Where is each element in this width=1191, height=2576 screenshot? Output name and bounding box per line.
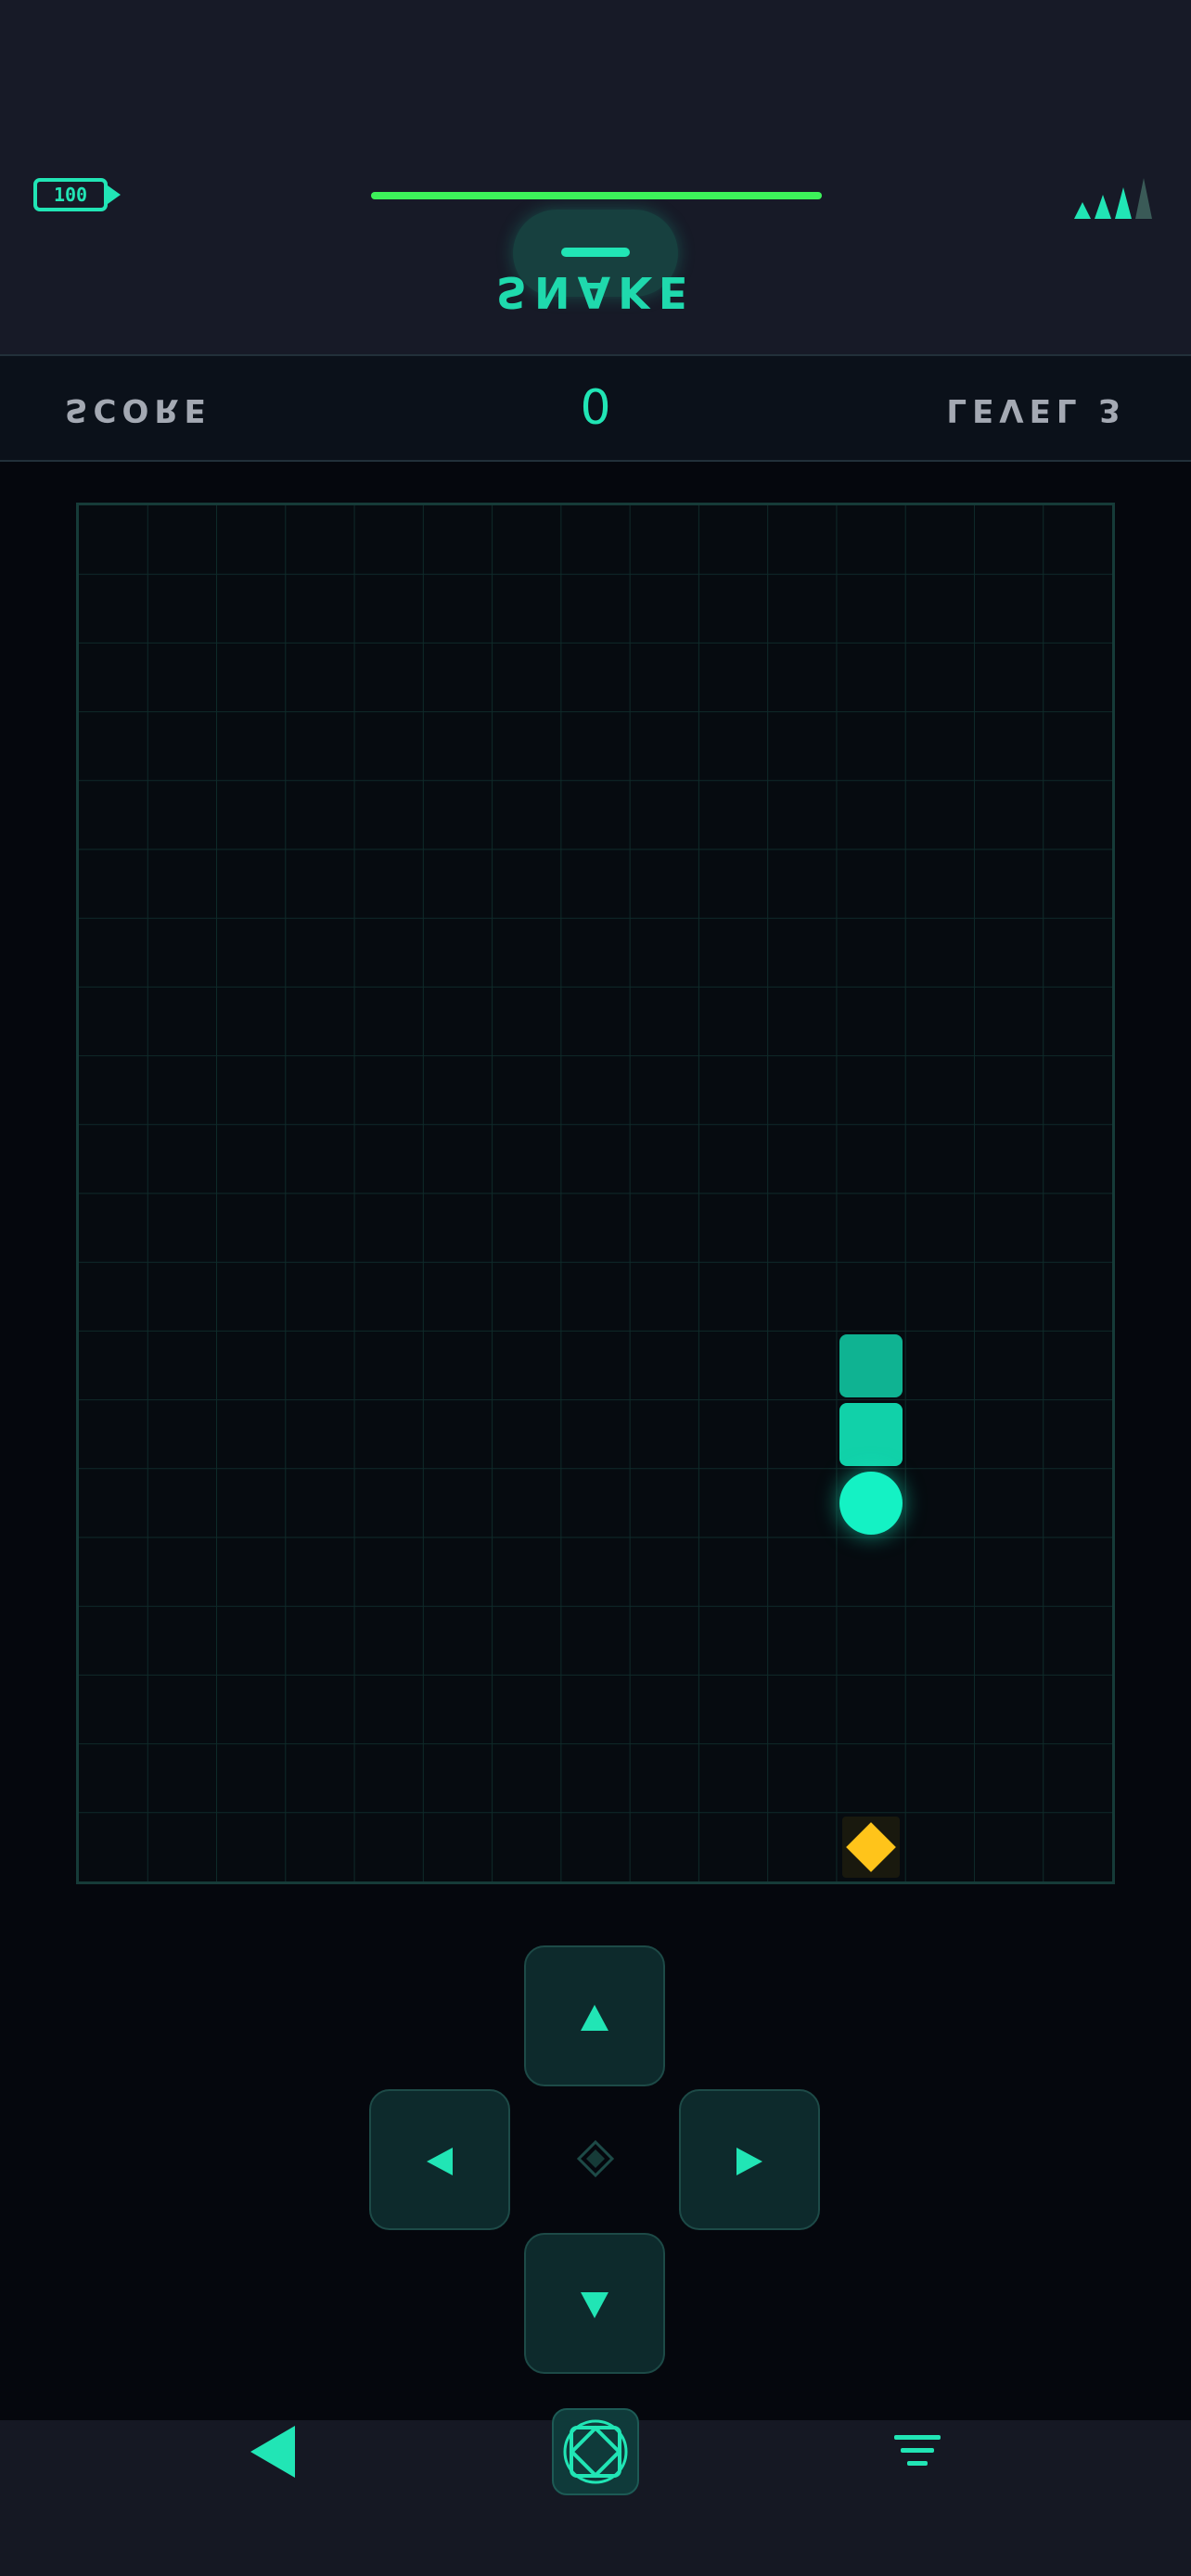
signal-bar-4 [1135,178,1152,219]
score-bar: SCORE 0 LEVEL 3 [0,354,1191,462]
signal-bar-1 [1074,202,1091,219]
top-progress-bar [371,192,822,199]
score-label: SCORE [65,391,211,428]
snake-head [839,1471,903,1535]
arrow-down-icon [581,2292,608,2318]
game-title: SNAKE [495,267,696,317]
menu-lines-icon[interactable] [894,2433,941,2470]
battery-level: 100 [53,184,88,206]
dpad-right-button[interactable] [679,2089,820,2230]
home-emblem-icon [563,2419,628,2484]
battery-indicator: 100 [33,178,108,211]
dpad-down-button[interactable] [524,2233,665,2374]
minus-icon [561,248,630,257]
arrow-left-icon [427,2148,453,2175]
top-bar: 100 SNAKE [0,0,1191,354]
level-label: LEVEL 3 [946,391,1126,428]
signal-strength-icon [1074,176,1159,219]
signal-bar-2 [1095,195,1111,219]
snake-segment [839,1333,903,1397]
score-value: 0 [580,380,611,436]
dpad-left-button[interactable] [369,2089,510,2230]
arrow-right-icon [736,2148,762,2175]
dpad-up-button[interactable] [524,1945,665,2086]
game-board[interactable] [76,503,1115,1884]
arrow-up-icon [581,2005,608,2031]
back-triangle-icon[interactable] [249,2424,301,2480]
board-grid [79,505,1112,1881]
diamond-icon [577,2140,614,2177]
snake-segment [839,1402,903,1466]
battery-nub-icon [108,185,121,204]
signal-bar-3 [1115,187,1132,219]
top-progress-fill [371,192,822,199]
home-button[interactable] [552,2408,639,2495]
